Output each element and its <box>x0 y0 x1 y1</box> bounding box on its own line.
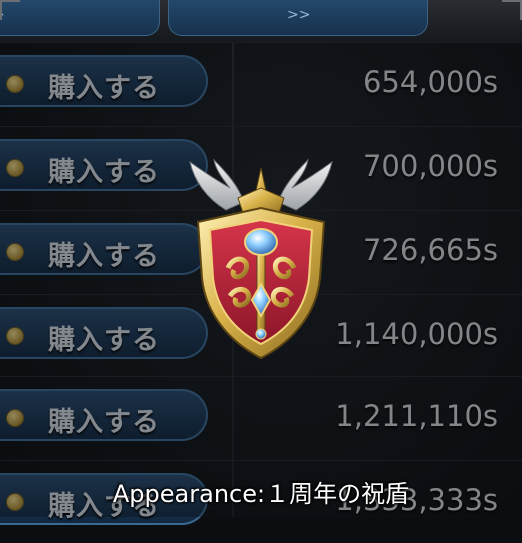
shop-row: 購入する 1,211,110s <box>0 376 522 459</box>
buy-button[interactable]: 購入する <box>0 389 208 441</box>
coin-icon <box>6 409 24 427</box>
coin-icon <box>6 327 24 345</box>
price-value: 700,000s <box>362 149 498 183</box>
buy-button-label: 購入する <box>48 325 160 356</box>
tab-bar: > >> <box>0 0 522 43</box>
tab-next[interactable]: >> <box>168 0 428 36</box>
price-value: 1,211,110s <box>335 399 498 433</box>
buy-button[interactable]: 購入する <box>0 55 208 107</box>
buy-button-label: 購入する <box>48 407 160 438</box>
price-value: 654,000s <box>362 65 498 99</box>
item-caption: Appearance:１周年の祝盾 <box>112 480 410 508</box>
frame-corner-left <box>0 0 20 20</box>
buy-button[interactable]: 購入する <box>0 223 208 275</box>
tab-next-label: >> <box>287 7 311 23</box>
buy-button[interactable]: 購入する <box>0 139 208 191</box>
tab-prev[interactable]: > <box>0 0 160 36</box>
buy-button[interactable]: 購入する <box>0 307 208 359</box>
frame-corner-right <box>502 0 522 20</box>
coin-icon <box>6 75 24 93</box>
buy-button-label: 購入する <box>48 157 160 188</box>
coin-icon <box>6 159 24 177</box>
coin-icon <box>6 243 24 261</box>
buy-button-label: 購入する <box>48 241 160 272</box>
anniversary-shield-icon <box>189 158 333 360</box>
price-value: 726,665s <box>362 233 498 267</box>
shop-row: 購入する 654,000s <box>0 42 522 125</box>
shop-panel: > >> 購入する 654,000s 購入する 700,000s 購入する 72… <box>0 0 522 525</box>
buy-button-label: 購入する <box>48 73 160 104</box>
price-value: 1,140,000s <box>335 317 498 351</box>
